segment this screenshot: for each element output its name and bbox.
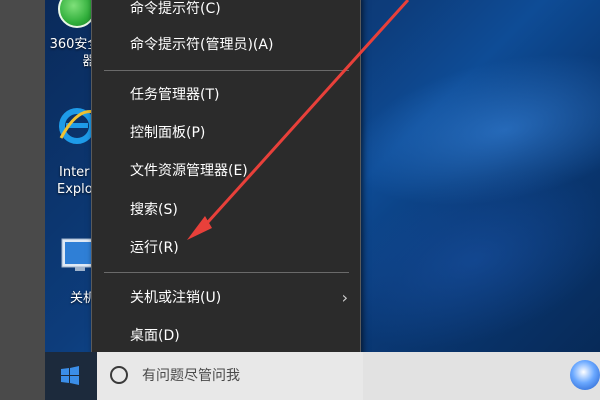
annotation-arrow	[187, 0, 410, 240]
